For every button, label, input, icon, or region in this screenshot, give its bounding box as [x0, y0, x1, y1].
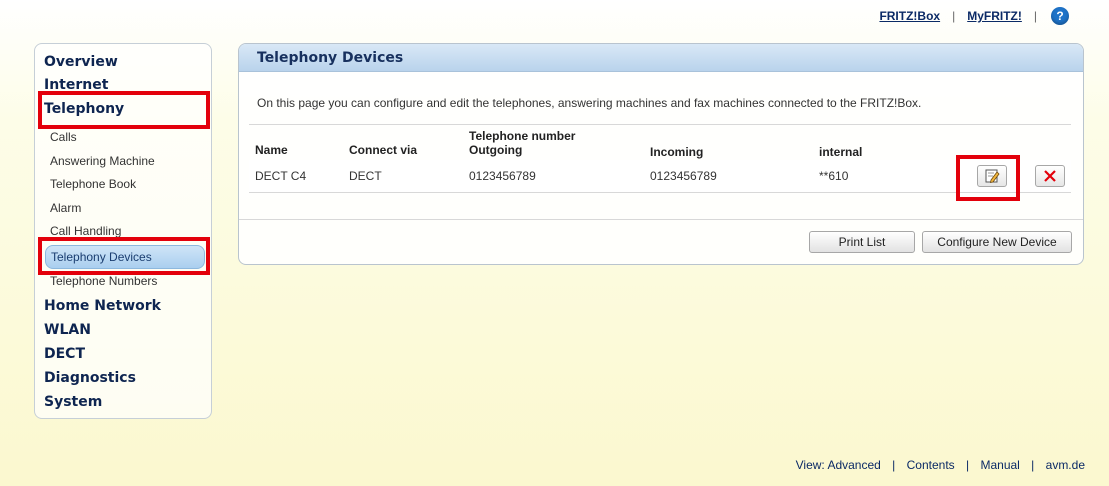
table-row: DECT C4 DECT 0123456789 0123456789 **610: [249, 160, 1071, 192]
footer-links: View: Advanced | Contents | Manual | avm…: [796, 458, 1085, 472]
sidebar-item-telephony-devices[interactable]: Telephony Devices: [45, 245, 205, 269]
column-header-incoming: Incoming: [650, 145, 704, 159]
cell-internal: **610: [819, 169, 849, 183]
sidebar-item-home-network[interactable]: Home Network: [44, 298, 161, 314]
section-divider: [239, 219, 1083, 220]
delete-icon: [1044, 170, 1056, 182]
cell-name: DECT C4: [255, 169, 307, 183]
row-divider: [249, 192, 1071, 193]
separator: |: [892, 458, 896, 472]
configure-new-device-button[interactable]: Configure New Device: [922, 231, 1072, 253]
sidebar-item-diagnostics[interactable]: Diagnostics: [44, 370, 136, 386]
sidebar-item-alarm[interactable]: Alarm: [50, 201, 81, 215]
sidebar-menu: Overview Internet Telephony Calls Answer…: [34, 43, 212, 419]
separator: |: [966, 458, 970, 472]
myfritz-link[interactable]: MyFRITZ!: [967, 9, 1022, 23]
separator: |: [1033, 9, 1037, 23]
separator: |: [1031, 458, 1035, 472]
top-navigation: FRITZ!Box | MyFRITZ! | ?: [879, 6, 1069, 26]
sidebar-item-internet[interactable]: Internet: [44, 77, 108, 93]
sidebar-item-answering-machine[interactable]: Answering Machine: [50, 154, 155, 168]
devices-table: Name Connect via Telephone number Outgoi…: [249, 124, 1071, 205]
avm-link[interactable]: avm.de: [1046, 458, 1085, 472]
panel-description: On this page you can configure and edit …: [257, 96, 922, 110]
panel-title: Telephony Devices: [239, 44, 1083, 72]
column-header-name: Name: [255, 143, 288, 157]
cell-outgoing: 0123456789: [469, 169, 536, 183]
separator: |: [952, 9, 956, 23]
view-mode-link[interactable]: View: Advanced: [796, 458, 881, 472]
sidebar-item-call-handling[interactable]: Call Handling: [50, 224, 121, 238]
fritzbox-link[interactable]: FRITZ!Box: [879, 9, 940, 23]
sidebar-item-overview[interactable]: Overview: [44, 54, 118, 70]
sidebar-item-dect[interactable]: DECT: [44, 346, 85, 362]
sidebar-item-wlan[interactable]: WLAN: [44, 322, 91, 338]
delete-button[interactable]: [1035, 165, 1065, 187]
column-header-telephone-number: Telephone number: [469, 129, 576, 143]
telephony-devices-panel: Telephony Devices On this page you can c…: [238, 43, 1084, 265]
sidebar-item-telephone-book[interactable]: Telephone Book: [50, 177, 136, 191]
sidebar-item-system[interactable]: System: [44, 394, 102, 410]
sidebar-item-telephony[interactable]: Telephony: [44, 101, 124, 117]
print-list-button[interactable]: Print List: [809, 231, 915, 253]
edit-icon: [985, 169, 1000, 184]
sidebar-item-telephone-numbers[interactable]: Telephone Numbers: [50, 274, 157, 288]
column-header-connect-via: Connect via: [349, 143, 418, 157]
cell-incoming: 0123456789: [650, 169, 717, 183]
manual-link[interactable]: Manual: [980, 458, 1019, 472]
contents-link[interactable]: Contents: [907, 458, 955, 472]
column-header-outgoing: Outgoing: [469, 143, 523, 157]
sidebar-item-calls[interactable]: Calls: [50, 130, 77, 144]
edit-button[interactable]: [977, 165, 1007, 187]
cell-connect-via: DECT: [349, 169, 382, 183]
column-header-internal: internal: [819, 145, 863, 159]
sidebar-item-label: Telephony Devices: [51, 250, 152, 264]
help-icon[interactable]: ?: [1051, 7, 1069, 25]
